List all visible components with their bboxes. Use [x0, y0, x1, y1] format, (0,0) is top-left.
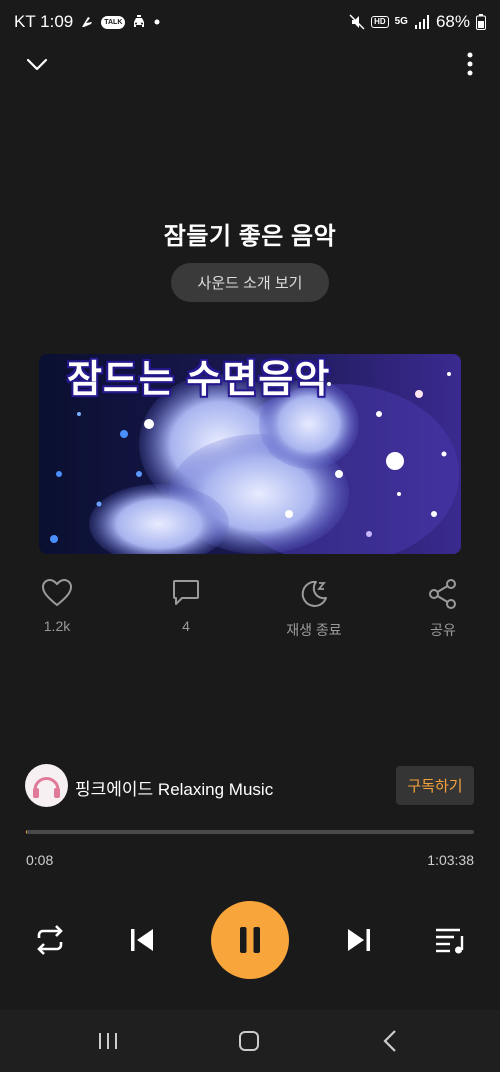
progress-fill: [26, 830, 27, 834]
back-button[interactable]: [370, 1026, 410, 1056]
signal-icon: [414, 15, 430, 29]
car-icon: [131, 14, 147, 30]
total-time: 1:03:38: [427, 852, 474, 868]
next-icon: [348, 929, 370, 951]
comment-icon: [173, 580, 199, 605]
battery-percent: 68%: [435, 12, 470, 31]
sleep-timer-button[interactable]: 재생 종료: [264, 578, 364, 640]
sound-title: 잠들기 좋은 음악: [163, 223, 337, 250]
back-icon: [383, 1030, 396, 1052]
comment-count: 4: [182, 618, 190, 634]
playlist-icon: [436, 928, 464, 954]
previous-icon: [131, 929, 153, 951]
channel-name[interactable]: 핑크에이드 Relaxing Music: [75, 775, 273, 800]
subscribe-button[interactable]: 구독하기: [396, 766, 474, 805]
next-button[interactable]: [339, 922, 379, 958]
share-button[interactable]: 공유: [393, 578, 493, 640]
more-options-button[interactable]: [462, 48, 478, 80]
channel-row: 핑크에이드 Relaxing Music 구독하기: [0, 764, 500, 808]
5g-icon: 5G: [394, 16, 408, 27]
recent-apps-icon: [99, 1033, 117, 1049]
previous-button[interactable]: [122, 922, 162, 958]
headphones-logo-icon: [25, 764, 68, 807]
collapse-button[interactable]: [22, 50, 52, 80]
share-label: 공유: [430, 622, 456, 638]
pause-button[interactable]: [211, 901, 289, 979]
mute-icon: [349, 14, 365, 30]
like-button[interactable]: 1.2k: [7, 578, 107, 634]
chevron-down-icon: [26, 58, 48, 71]
more-vertical-icon: [467, 52, 473, 76]
progress-bar[interactable]: [26, 830, 474, 834]
action-row: 1.2k 4 재생 종료 공유: [0, 578, 500, 648]
channel-avatar[interactable]: [25, 764, 68, 807]
heart-icon: [41, 578, 73, 607]
moon-zz-icon: [301, 580, 327, 607]
carrier-time: KT 1:09: [14, 12, 74, 31]
pause-icon: [240, 927, 260, 953]
dot-icon: [153, 18, 161, 26]
system-nav-bar: [0, 1010, 500, 1072]
player-top-bar: [0, 44, 500, 84]
home-button[interactable]: [229, 1026, 269, 1056]
battery-icon: [476, 14, 486, 30]
artwork-image: 잠드는 수면음악: [39, 354, 461, 554]
playlist-button[interactable]: [430, 922, 470, 958]
repeat-button[interactable]: [30, 922, 70, 958]
home-icon: [239, 1031, 259, 1051]
share-icon: [429, 579, 456, 609]
current-time: 0:08: [26, 852, 54, 868]
talk-bubble-icon: TALK: [101, 15, 126, 29]
like-count: 1.2k: [43, 618, 71, 634]
status-bar: KT 1:09 TALK HD 5G 68%: [0, 0, 500, 44]
drone-icon: [79, 14, 95, 30]
repeat-icon: [37, 925, 63, 955]
artwork-overlay-text: 잠드는 수면음악: [67, 359, 331, 401]
comment-button[interactable]: 4: [136, 578, 236, 634]
playback-controls: [0, 900, 500, 980]
sleep-timer-label: 재생 종료: [286, 622, 342, 638]
recent-apps-button[interactable]: [88, 1026, 128, 1056]
hd-icon: HD: [371, 16, 389, 28]
sound-intro-button[interactable]: 사운드 소개 보기: [171, 263, 329, 302]
